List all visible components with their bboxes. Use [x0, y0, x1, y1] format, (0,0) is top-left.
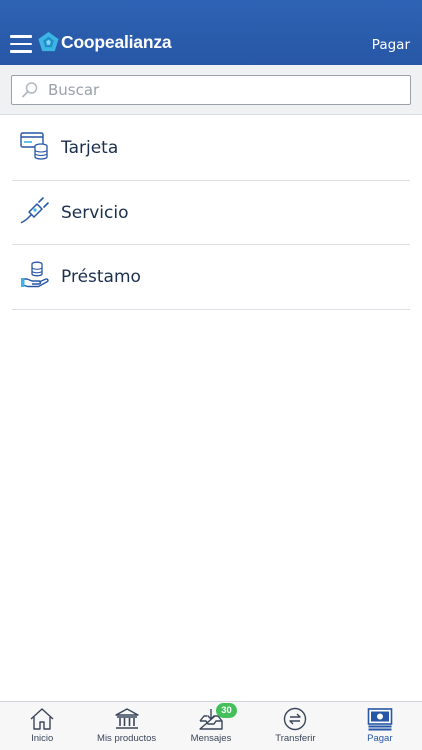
nav-label: Inicio — [31, 733, 54, 744]
home-icon — [30, 708, 54, 730]
brand-logo: Coopealianza — [37, 31, 172, 54]
nav-label: Transferir — [275, 733, 316, 744]
nav-label: Mensajes — [190, 733, 232, 744]
header-pay-action[interactable]: Pagar — [372, 37, 410, 53]
list-item-label: Préstamo — [61, 267, 141, 287]
search-icon — [22, 82, 38, 98]
card-coins-icon — [20, 132, 48, 160]
pay-icon — [367, 708, 393, 731]
unread-messages-badge: 30 — [216, 703, 238, 718]
bank-icon — [114, 708, 139, 729]
nav-item-mensajes[interactable]: 30 Mensajes — [169, 702, 253, 750]
menu-button[interactable] — [10, 35, 32, 53]
list-item-servicio[interactable]: Servicio — [12, 181, 410, 245]
logo-mark-icon — [38, 31, 59, 52]
search-box[interactable] — [11, 75, 411, 105]
list-item-label: Servicio — [61, 202, 129, 223]
menu-icon-bar — [10, 42, 32, 45]
menu-icon-bar — [10, 50, 32, 53]
list-item-prestamo[interactable]: Préstamo — [12, 245, 410, 310]
list-item-label: Tarjeta — [61, 138, 119, 158]
nav-label: Mis productos — [97, 733, 157, 744]
nav-item-transferir[interactable]: Transferir — [253, 702, 337, 750]
list-item-tarjeta[interactable]: Tarjeta — [12, 116, 410, 181]
menu-icon-bar — [10, 35, 32, 38]
transfer-icon — [284, 707, 307, 731]
payment-type-list: Tarjeta Servicio Préstamo — [0, 116, 422, 310]
nav-item-inicio[interactable]: Inicio — [0, 702, 84, 750]
search-bar — [0, 65, 422, 115]
nav-label: Pagar — [367, 733, 393, 744]
plug-icon — [20, 196, 49, 223]
brand-name: Coopealianza — [61, 32, 172, 52]
nav-item-mis-productos[interactable]: Mis productos — [84, 702, 168, 750]
bottom-nav: Inicio Mis productos 30 Mensajes Transfe… — [0, 701, 422, 750]
search-input[interactable] — [48, 79, 398, 101]
hand-coins-icon — [21, 261, 49, 288]
nav-item-pagar[interactable]: Pagar — [338, 702, 422, 750]
app-header: Coopealianza Pagar — [0, 0, 422, 65]
